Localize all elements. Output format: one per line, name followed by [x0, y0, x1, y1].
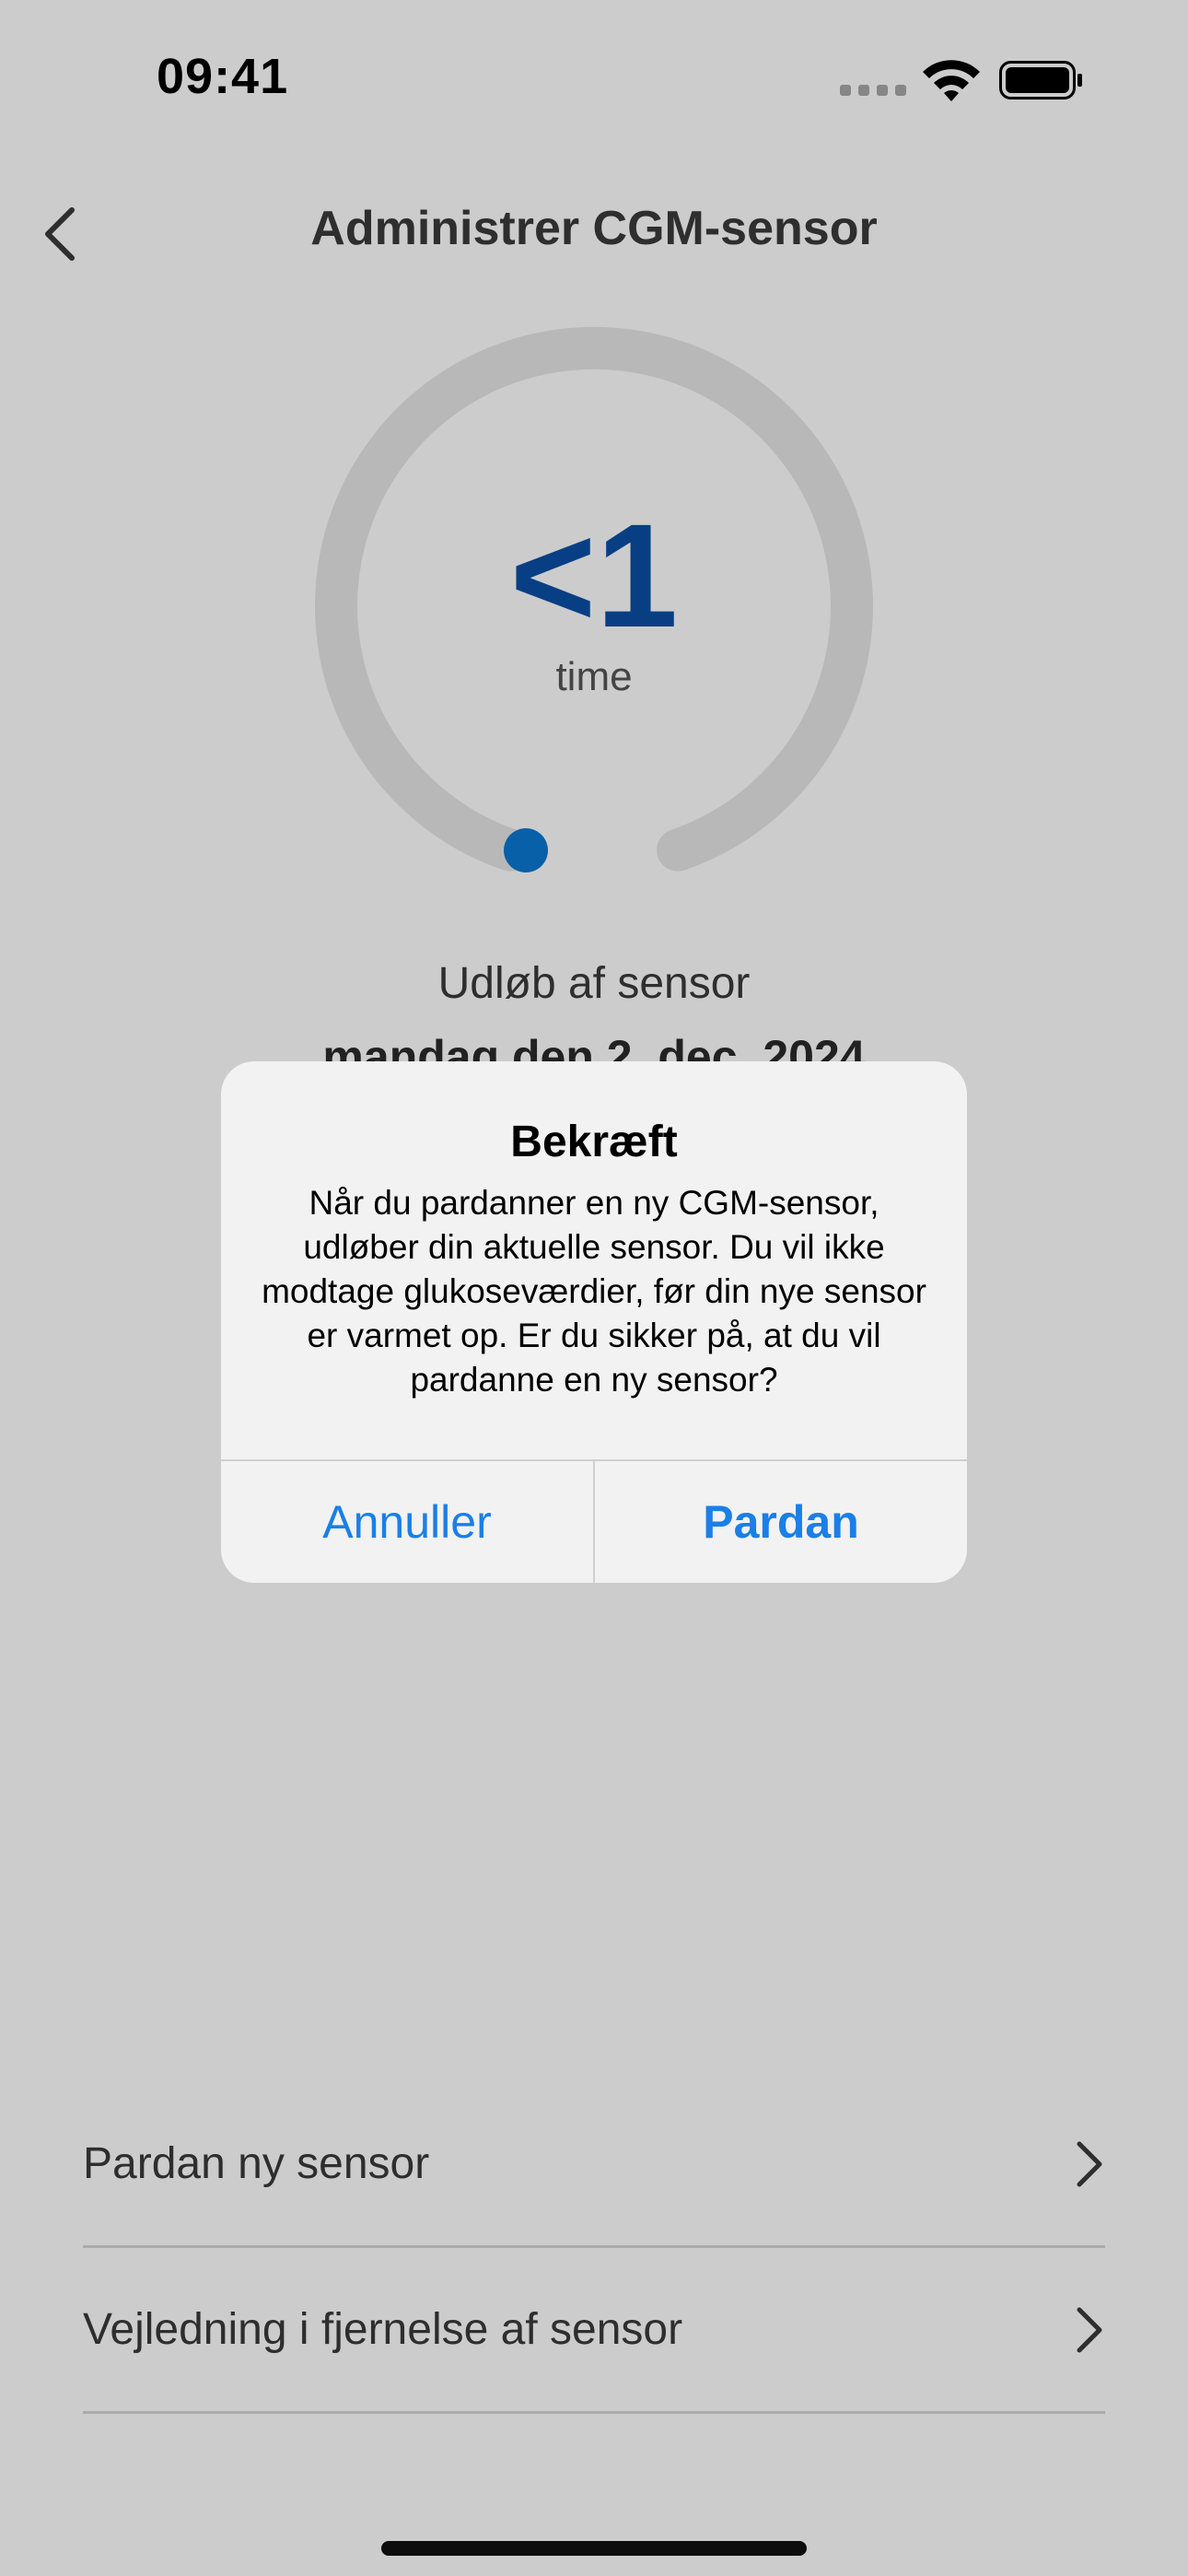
confirm-alert: Bekræft Når du pardanner en ny CGM-senso… — [221, 1061, 967, 1583]
alert-message: Når du pardanner en ny CGM-sensor, udløb… — [262, 1184, 926, 1399]
pair-button[interactable]: Pardan — [595, 1461, 967, 1583]
alert-title: Bekræft — [510, 1118, 678, 1166]
cancel-button[interactable]: Annuller — [221, 1461, 593, 1583]
